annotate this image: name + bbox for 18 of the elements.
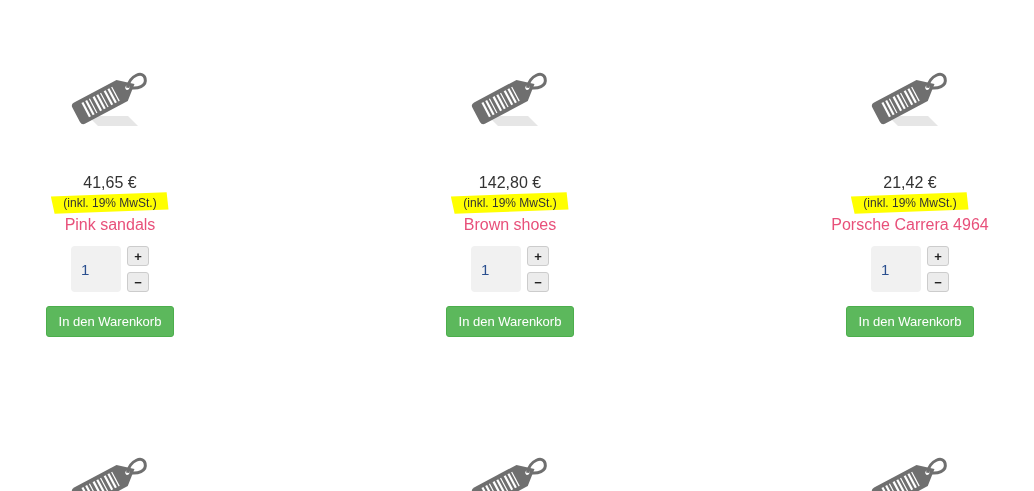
decrease-button[interactable]: − bbox=[527, 272, 549, 292]
increase-button[interactable]: + bbox=[927, 246, 949, 266]
tax-note: (inkl. 19% MwSt.) bbox=[463, 196, 557, 210]
decrease-button[interactable]: − bbox=[127, 272, 149, 292]
increase-button[interactable]: + bbox=[127, 246, 149, 266]
decrease-button[interactable]: − bbox=[927, 272, 949, 292]
quantity-field[interactable]: 1 bbox=[471, 246, 521, 292]
product-price: 21,42 € bbox=[883, 174, 937, 192]
tax-note: (inkl. 19% MwSt.) bbox=[63, 196, 157, 210]
tax-note: (inkl. 19% MwSt.) bbox=[863, 196, 957, 210]
product-name-link[interactable]: Porsche Carrera 4964 bbox=[831, 216, 989, 234]
product-price: 142,80 € bbox=[478, 174, 542, 192]
product-name-link[interactable]: Pink sandals bbox=[64, 216, 156, 234]
increase-button[interactable]: + bbox=[527, 246, 549, 266]
quantity-field[interactable]: 1 bbox=[871, 246, 921, 292]
product-name-link[interactable]: Brown shoes bbox=[463, 216, 557, 234]
quantity-field[interactable]: 1 bbox=[71, 246, 121, 292]
product-price: 41,65 € bbox=[83, 174, 137, 192]
